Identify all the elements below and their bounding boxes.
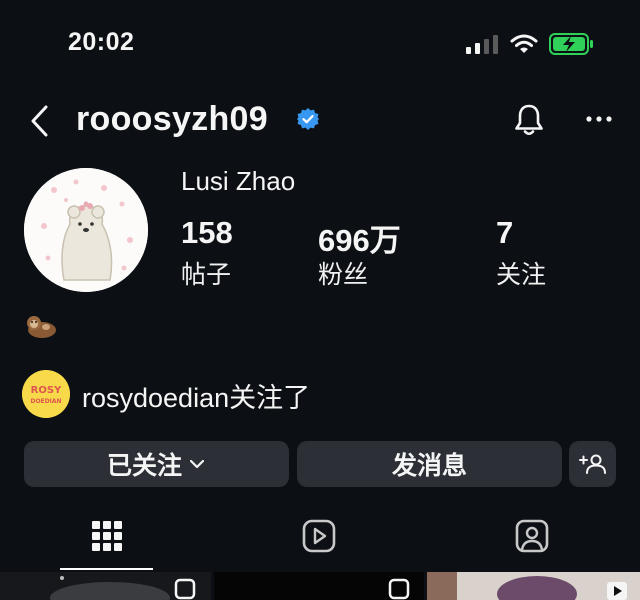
- rosy-logo-text-2: DOEDIAN: [30, 398, 61, 405]
- battery-charging-icon: [549, 33, 593, 55]
- post-thumbnail[interactable]: [427, 572, 640, 600]
- status-time: 20:02: [68, 28, 135, 56]
- posts-label: 帖子: [181, 261, 232, 289]
- following-count[interactable]: 7: [496, 215, 513, 251]
- posts-count[interactable]: 158: [181, 215, 233, 251]
- following-button[interactable]: 已关注: [24, 441, 289, 487]
- follower-avatar[interactable]: ROSY DOEDIAN: [22, 370, 70, 418]
- reels-icon[interactable]: [302, 518, 336, 554]
- rosy-logo-text-1: ROSY: [31, 385, 62, 396]
- followers-count[interactable]: 696万: [318, 215, 401, 260]
- otter-emoji-icon: [27, 316, 56, 338]
- followed-suffix: 关注了: [229, 383, 311, 413]
- message-button[interactable]: 发消息: [297, 441, 562, 487]
- chevron-down-icon: [189, 459, 205, 469]
- post-thumbnail[interactable]: [0, 572, 211, 600]
- follower-name[interactable]: rosydoedian: [82, 383, 229, 413]
- followers-label: 粉丝: [318, 261, 369, 289]
- post-image-3: [427, 572, 640, 600]
- message-button-label: 发消息: [391, 452, 467, 480]
- following-label: 关注: [496, 261, 547, 289]
- more-options-icon[interactable]: [585, 112, 613, 126]
- add-person-icon: [578, 454, 606, 474]
- post-thumbnail[interactable]: [214, 572, 424, 600]
- profile-username: rooosyzh09: [76, 100, 268, 138]
- back-arrow-icon[interactable]: [28, 104, 52, 138]
- rosy-logo: ROSY DOEDIAN: [22, 370, 70, 418]
- tagged-icon[interactable]: [515, 518, 549, 554]
- grid-icon[interactable]: [90, 518, 124, 554]
- profile-avatar[interactable]: [24, 168, 148, 292]
- followed-by-text[interactable]: rosydoedian关注了: [82, 376, 310, 415]
- verified-badge-icon: [297, 108, 319, 130]
- post-image-2: [214, 572, 424, 600]
- profile-full-name: Lusi Zhao: [181, 166, 296, 196]
- wifi-icon: [510, 34, 538, 53]
- following-button-label: 已关注: [106, 452, 182, 480]
- notification-bell-icon[interactable]: [513, 102, 545, 138]
- bear-illustration: [24, 168, 148, 292]
- post-image-1: [0, 572, 211, 600]
- suggest-people-button[interactable]: [569, 441, 616, 487]
- active-tab-indicator: [60, 568, 153, 570]
- cellular-signal-icon: [466, 35, 498, 54]
